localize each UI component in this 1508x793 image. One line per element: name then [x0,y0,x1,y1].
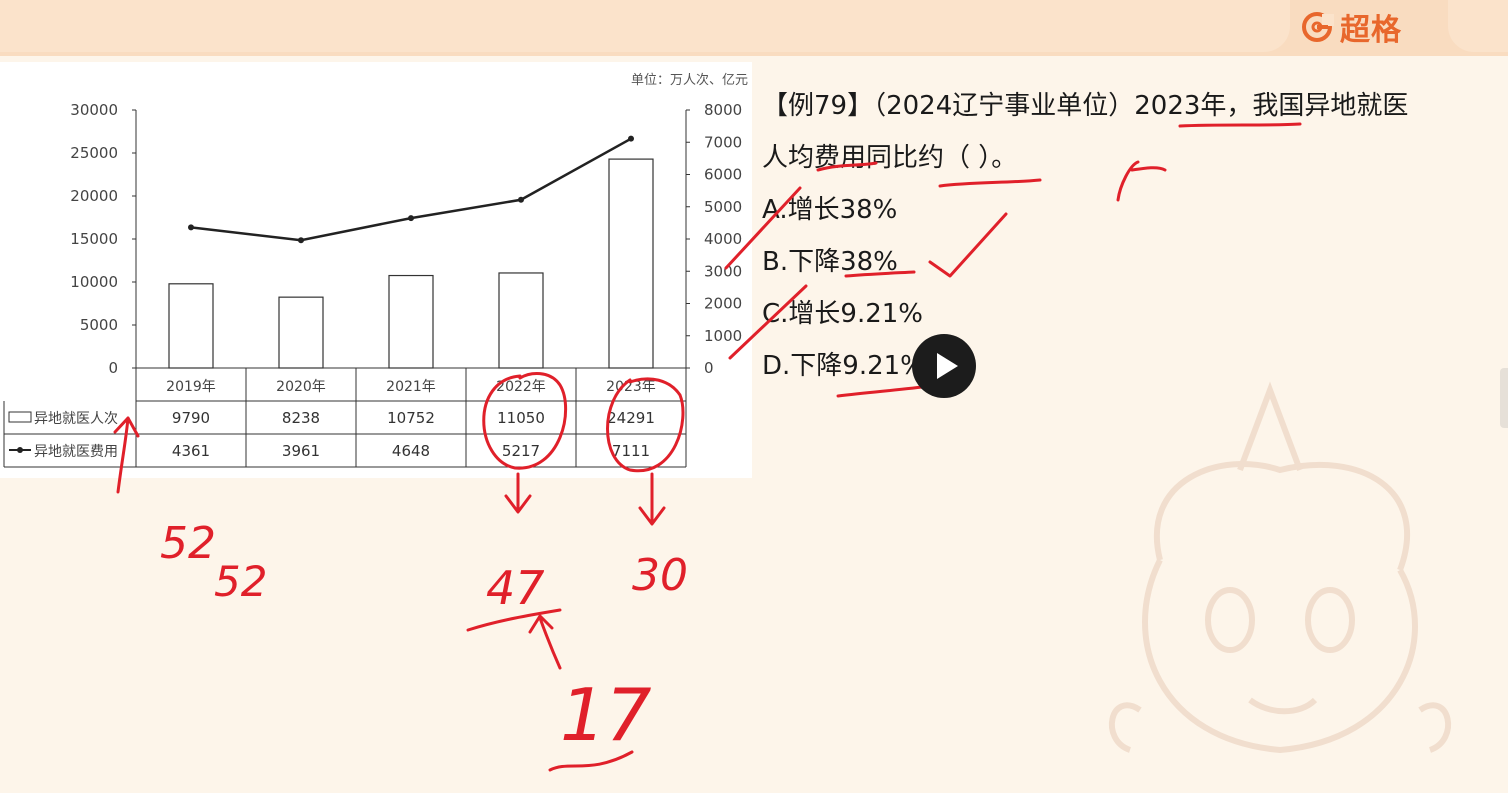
left-axis-tick-label: 25000 [70,144,118,162]
left-axis-tick-label: 30000 [70,101,118,119]
top-bar-left-panel [0,0,1290,52]
x-category-label: 2020年 [276,379,326,395]
legend-bar-label: 异地就医人次 [34,411,118,427]
line-point-2019年 [188,224,194,231]
mascot-watermark-icon [1109,381,1451,754]
right-axis-tick-label: 5000 [704,198,742,216]
legend-line-label: 异地就医费用 [34,444,118,460]
option-c[interactable]: C.增长9.21% [762,288,1492,340]
top-bar: 超格 [0,0,1508,56]
option-b[interactable]: B.下降38% [762,236,1492,288]
arrow-2022 [504,472,532,514]
bar-2022年 [498,272,544,369]
chart-unit-note: 单位：万人次、亿元 [631,72,748,88]
brand-name: 超格 [1340,13,1402,48]
line-series [190,137,632,242]
table-cell-cost: 4361 [172,442,210,460]
left-axis-tick-label: 5000 [80,316,118,334]
side-panel-handle[interactable] [1500,368,1508,428]
question-stem-line-1: 【例79】（2024辽宁事业单位）2023年，我国异地就医 [762,91,1409,121]
x-category-label: 2023年 [606,379,656,395]
underline-47 [466,608,562,632]
top-bar-right-panel [1448,0,1508,52]
table-cell-cost: 4648 [392,442,430,460]
right-axis-tick-label: 8000 [704,101,742,119]
right-axis-tick-label: 7000 [704,133,742,151]
line-point-2020年 [298,237,304,244]
table-cell-visits: 9790 [172,409,210,427]
note-52-b: 52 [214,557,267,606]
table-cell-visits: 24291 [607,409,655,427]
chart-panel: 单位：万人次、亿元 0 5000 10000 15000 20000 25000 30000 0… [0,62,752,478]
brand-logo: 超格 [1300,8,1402,48]
bar-2020年 [278,296,324,369]
play-button[interactable] [912,334,976,398]
left-axis-tick-label: 20000 [70,187,118,205]
line-point-2021年 [408,215,414,222]
x-category-label: 2021年 [386,379,436,395]
underline-17 [548,750,634,772]
bar-2021年 [388,274,434,369]
table-cell-cost: 5217 [502,442,540,460]
note-17: 17 [560,673,652,757]
bar-2019年 [168,283,214,369]
right-axis-tick-label: 0 [704,359,714,377]
line-point-2022年 [518,196,524,203]
combo-chart: 单位：万人次、亿元 0 5000 10000 15000 20000 25000 30000 0… [3,72,748,468]
option-a[interactable]: A.增长38% [762,184,1492,236]
left-axis-tick-label: 0 [108,359,118,377]
table-cell-visits: 10752 [387,409,435,427]
note-47: 47 [486,561,545,615]
table-cell-cost: 7111 [612,442,650,460]
bar-2023年 [608,158,654,369]
brand-logo-icon [1302,12,1334,42]
question-stem-line-2: 人均费用同比约（ ）。 [762,143,1018,173]
play-icon [937,353,958,379]
line-point-2023年 [628,135,634,142]
table-cell-visits: 11050 [497,409,545,427]
right-axis-tick-label: 1000 [704,327,742,345]
arrow-up-17 [528,614,562,670]
x-category-label: 2022年 [496,379,546,395]
right-axis-tick-label: 6000 [704,166,742,184]
note-30: 30 [632,550,688,601]
right-axis-tick-label: 4000 [704,230,742,248]
table-cell-cost: 3961 [282,442,320,460]
legend-line-marker [17,447,23,453]
arrow-2023 [638,472,666,526]
left-axis-tick-label: 15000 [70,230,118,248]
x-category-label: 2019年 [166,379,216,395]
right-axis-tick-label: 2000 [704,295,742,313]
legend-bar-swatch [8,411,32,423]
left-axis-tick-label: 10000 [70,273,118,291]
question-block: 【例79】（2024辽宁事业单位）2023年，我国异地就医 人均费用同比约（ ）… [762,80,1492,392]
note-52-a: 52 [160,518,216,569]
right-axis-tick-label: 3000 [704,262,742,280]
table-cell-visits: 8238 [282,409,320,427]
